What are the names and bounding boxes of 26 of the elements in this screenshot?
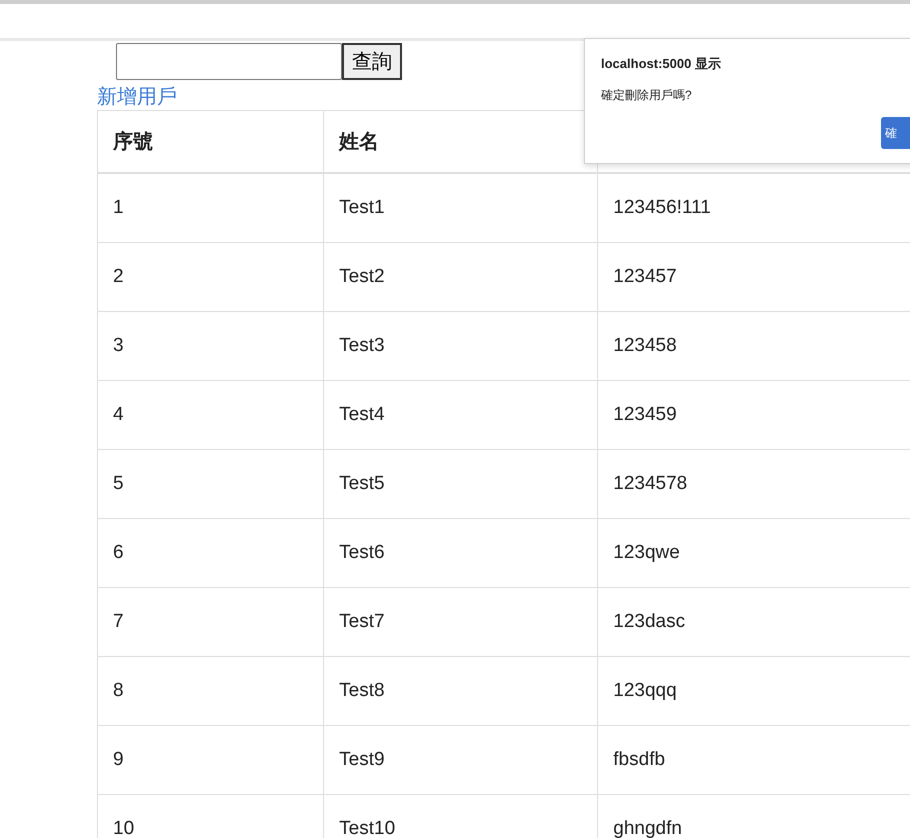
table-cell: 7 — [98, 588, 324, 656]
table-cell: Test2 — [324, 242, 598, 312]
table-cell: Test9 — [324, 726, 598, 794]
column-header: 序號 — [98, 110, 324, 173]
table-cell: 4 — [98, 380, 324, 450]
table-cell: 3 — [98, 312, 324, 380]
dialog-message: 確定刪除用戶嗎? — [601, 87, 693, 104]
table-cell: 2 — [98, 242, 324, 312]
table-cell: Test7 — [324, 588, 598, 656]
table-cell: 1 — [98, 173, 324, 242]
table-cell: Test6 — [324, 518, 598, 588]
table-cell: 9 — [98, 726, 324, 794]
table-cell: Test3 — [324, 312, 598, 380]
search-field[interactable] — [116, 43, 342, 80]
dialog-title: localhost:5000 显示 — [601, 55, 722, 73]
table-cell: 10 — [98, 794, 324, 838]
table-cell: 5 — [98, 450, 324, 518]
table-cell: 8 — [98, 656, 324, 726]
table-cell: Test8 — [324, 656, 598, 726]
table-cell: Test1 — [324, 173, 598, 242]
table-cell: Test5 — [324, 450, 598, 518]
search-button[interactable]: 查詢 — [342, 43, 402, 80]
table-cell: 6 — [98, 518, 324, 588]
add-user-link[interactable]: 新增用戶 — [97, 84, 177, 110]
confirm-button[interactable]: 確 — [881, 117, 910, 149]
table-cell: Test4 — [324, 380, 598, 450]
